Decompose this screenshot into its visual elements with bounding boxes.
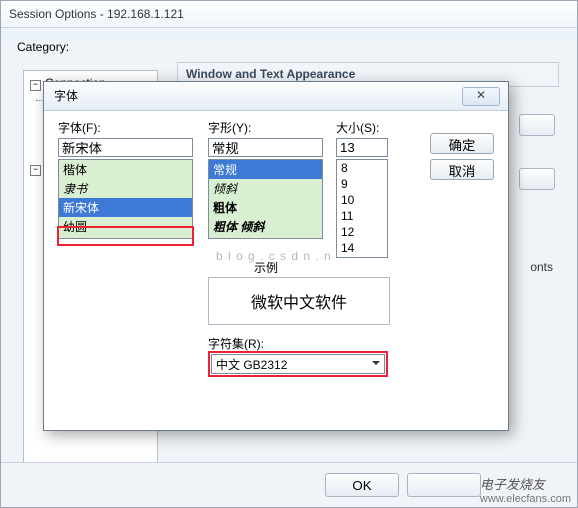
style-input[interactable] xyxy=(208,138,323,157)
close-button[interactable]: ✕ xyxy=(462,87,500,106)
window-title: Session Options - 192.168.1.121 xyxy=(1,1,577,27)
font-dialog-title: 字体 xyxy=(54,89,78,103)
list-item[interactable]: 粗体 倾斜 xyxy=(209,217,322,236)
session-options-window: Session Options - 192.168.1.121 Category… xyxy=(0,0,578,508)
font-dialog-titlebar: 字体 ✕ xyxy=(44,82,508,111)
charset-value: 中文 GB2312 xyxy=(216,358,287,372)
font-listbox[interactable]: 楷体 隶书 新宋体 幼圆 xyxy=(58,159,193,239)
list-item[interactable]: 14 xyxy=(337,240,387,256)
font-dialog: 字体 ✕ 字体(F): 楷体 隶书 新宋体 幼圆 字形(Y): xyxy=(43,81,509,431)
style-listbox[interactable]: 常规 倾斜 粗体 粗体 倾斜 xyxy=(208,159,323,239)
size-column: 大小(S): 8 9 10 11 12 14 16 xyxy=(336,119,388,258)
category-label: Category: xyxy=(17,40,563,54)
size-input[interactable] xyxy=(336,138,388,157)
list-item[interactable]: 10 xyxy=(337,192,387,208)
list-item[interactable]: 粗体 xyxy=(209,198,322,217)
list-item[interactable]: 8 xyxy=(337,160,387,176)
font-column: 字体(F): 楷体 隶书 新宋体 幼圆 xyxy=(58,119,193,239)
sample-box: 微软中文软件 xyxy=(208,277,390,325)
list-item[interactable]: 幼圆 xyxy=(59,217,192,236)
list-item[interactable]: 9 xyxy=(337,176,387,192)
charset-select[interactable]: 中文 GB2312 xyxy=(211,354,385,374)
panel-button-2[interactable] xyxy=(519,168,555,190)
size-listbox[interactable]: 8 9 10 11 12 14 16 xyxy=(336,159,388,258)
collapse-icon[interactable]: − xyxy=(30,80,41,91)
font-ok-button[interactable]: 确定 xyxy=(430,133,494,154)
list-item[interactable]: 11 xyxy=(337,208,387,224)
font-label: 字体(F): xyxy=(58,119,193,136)
dialog-footer: OK Cancel xyxy=(1,462,577,507)
charset-highlight-box: 中文 GB2312 xyxy=(208,351,388,377)
cancel-button[interactable]: Cancel xyxy=(407,473,481,497)
font-dialog-body: 字体(F): 楷体 隶书 新宋体 幼圆 字形(Y): 常规 倾 xyxy=(44,111,508,129)
charset-label: 字符集(R): xyxy=(208,335,264,352)
ok-button[interactable]: OK xyxy=(325,473,399,497)
list-item[interactable]: 楷体 xyxy=(59,160,192,179)
fonts-label-fragment: onts xyxy=(530,260,553,274)
collapse-icon[interactable]: − xyxy=(30,165,41,176)
size-label: 大小(S): xyxy=(336,119,388,136)
list-item[interactable]: 倾斜 xyxy=(209,179,322,198)
style-column: 字形(Y): 常规 倾斜 粗体 粗体 倾斜 xyxy=(208,119,323,239)
style-label: 字形(Y): xyxy=(208,119,323,136)
sample-label: 示例 xyxy=(254,259,278,276)
list-item[interactable]: 隶书 xyxy=(59,179,192,198)
font-cancel-button[interactable]: 取消 xyxy=(430,159,494,180)
list-item[interactable]: 16 xyxy=(337,256,387,258)
panel-button-1[interactable] xyxy=(519,114,555,136)
list-item[interactable]: 新宋体 xyxy=(59,198,192,217)
list-item[interactable]: 12 xyxy=(337,224,387,240)
list-item[interactable]: 常规 xyxy=(209,160,322,179)
font-input[interactable] xyxy=(58,138,193,157)
